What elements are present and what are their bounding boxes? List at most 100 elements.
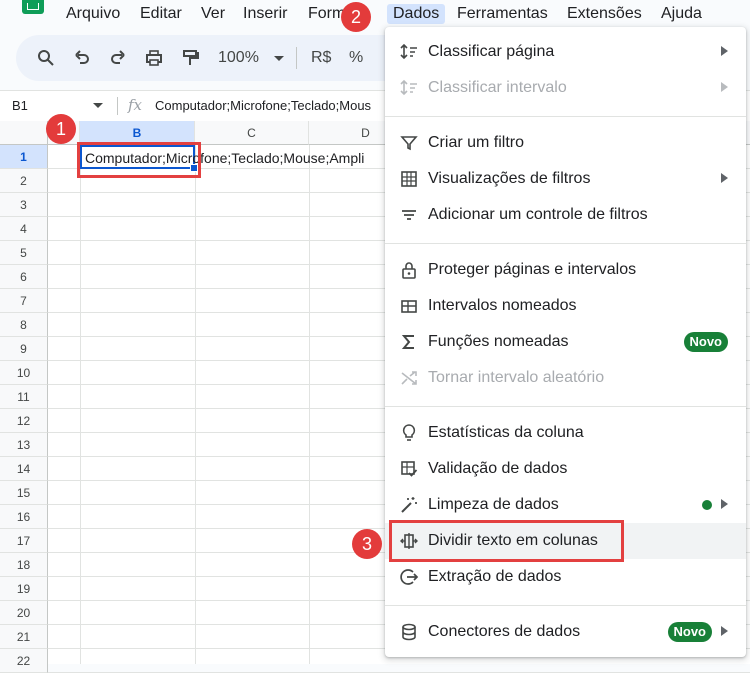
name-box-dropdown-icon[interactable] [93,103,103,108]
percent-format-button[interactable]: % [349,48,363,68]
lightbulb-icon [402,424,416,441]
row-header-2[interactable]: 2 [0,169,48,193]
menu-item-label: Proteger páginas e intervalos [428,261,637,278]
sheets-logo-icon[interactable] [22,0,44,14]
menu-item-extracao-dados[interactable]: Extração de dados [385,559,746,595]
row-header-11[interactable]: 11 [0,385,48,409]
toolbar: 100% R$ % [16,35,416,81]
menu-item-intervalos-nomeados[interactable]: Intervalos nomeados [385,288,746,324]
submenu-arrow-icon [721,46,728,56]
menu-item-limpeza-dados[interactable]: Limpeza de dados [385,487,746,523]
menu-item-label: Tornar intervalo aleatório [428,369,605,386]
submenu-arrow-icon [721,499,728,509]
row-header-4[interactable]: 4 [0,217,48,241]
menu-item-validacao-dados[interactable]: Validação de dados [385,451,746,487]
menu-item-funcoes-nomeadas[interactable]: Funções nomeadas Novo [385,324,746,360]
print-icon[interactable] [144,48,164,68]
menu-item-label: Classificar página [428,43,555,60]
row-header-1[interactable]: 1 [0,145,48,169]
row-header-10[interactable]: 10 [0,361,48,385]
new-badge: Novo [683,332,728,352]
row-header-18[interactable]: 18 [0,553,48,577]
menu-ajuda[interactable]: Ajuda [655,4,708,24]
formula-divider [117,97,118,115]
validation-icon [401,461,418,477]
row-header-13[interactable]: 13 [0,433,48,457]
sigma-icon [401,335,414,349]
menu-item-visualizacoes-filtros[interactable]: Visualizações de filtros [385,161,746,197]
formula-input[interactable]: Computador;Microfone;Teclado;Mous [155,98,383,114]
sort-icon [400,43,417,60]
menu-bar: Arquivo Editar Ver Inserir Form Dados Fe… [0,0,750,28]
menu-separator [385,406,746,407]
menu-item-intervalo-aleatorio[interactable]: Tornar intervalo aleatório [385,360,746,396]
zoom-select[interactable]: 100% [218,48,259,68]
menu-item-label: Limpeza de dados [428,496,559,513]
name-box[interactable]: B1 [12,97,28,115]
row-header-14[interactable]: 14 [0,457,48,481]
menu-inserir[interactable]: Inserir [237,4,293,24]
row-header-17[interactable]: 17 [0,529,48,553]
menu-item-label: Estatísticas da coluna [428,424,584,441]
menu-extensoes[interactable]: Extensões [561,4,648,24]
menu-item-label: Extração de dados [428,568,562,585]
slicer-icon [402,210,416,220]
submenu-arrow-icon [721,173,728,183]
menu-editar[interactable]: Editar [134,4,188,24]
menu-item-conectores-dados[interactable]: Conectores de dados Novo [385,614,746,650]
zoom-dropdown-icon[interactable] [274,56,284,61]
menu-item-classificar-intervalo[interactable]: Classificar intervalo [385,70,746,106]
row-header-21[interactable]: 21 [0,625,48,649]
row-header-7[interactable]: 7 [0,289,48,313]
row-header-9[interactable]: 9 [0,337,48,361]
new-badge: Novo [667,622,712,642]
row-header-6[interactable]: 6 [0,265,48,289]
menu-item-label: Classificar intervalo [428,79,567,96]
menu-arquivo[interactable]: Arquivo [60,4,126,24]
menu-item-label: Conectores de dados [428,623,581,640]
paint-format-icon[interactable] [180,48,200,68]
menu-ver[interactable]: Ver [195,4,231,24]
menu-item-proteger-paginas[interactable]: Proteger páginas e intervalos [385,252,746,288]
search-icon[interactable] [36,48,56,68]
menu-separator [385,243,746,244]
menu-dados[interactable]: Dados [387,4,446,24]
select-all-corner[interactable] [0,121,48,145]
menu-item-criar-filtro[interactable]: Criar um filtro [385,125,746,161]
undo-icon[interactable] [72,48,92,68]
row-header-20[interactable]: 20 [0,601,48,625]
sort-range-icon [400,79,417,96]
grid-col-line [309,145,310,664]
row-header-19[interactable]: 19 [0,577,48,601]
menu-item-label: Validação de dados [428,460,568,477]
menu-item-label: Adicionar um controle de filtros [428,206,648,223]
submenu-arrow-icon [721,626,728,636]
row-header-15[interactable]: 15 [0,481,48,505]
row-header-8[interactable]: 8 [0,313,48,337]
grid-col-line [80,145,81,664]
menu-separator [385,116,746,117]
dados-menu: Classificar página Classificar intervalo… [385,27,746,657]
row-header-16[interactable]: 16 [0,505,48,529]
column-header-c[interactable]: C [195,121,309,145]
database-icon [402,623,416,641]
menu-ferramentas[interactable]: Ferramentas [451,4,554,24]
menu-item-estatisticas-coluna[interactable]: Estatísticas da coluna [385,415,746,451]
redo-icon[interactable] [108,48,128,68]
row-header-12[interactable]: 12 [0,409,48,433]
callout-1: 1 [46,114,76,144]
status-dot [702,500,712,510]
menu-item-controle-filtros[interactable]: Adicionar um controle de filtros [385,197,746,233]
row-header-22[interactable]: 22 [0,649,48,673]
currency-format-button[interactable]: R$ [311,48,331,68]
row-header-3[interactable]: 3 [0,193,48,217]
menu-item-classificar-pagina[interactable]: Classificar página [385,34,746,70]
callout-2: 2 [341,2,371,32]
named-range-icon [401,300,417,313]
lock-icon [402,262,416,279]
highlight-box-menu-item [389,520,624,562]
row-header-5[interactable]: 5 [0,241,48,265]
filter-view-icon [401,171,417,187]
menu-separator [385,605,746,606]
filter-icon [400,136,418,151]
